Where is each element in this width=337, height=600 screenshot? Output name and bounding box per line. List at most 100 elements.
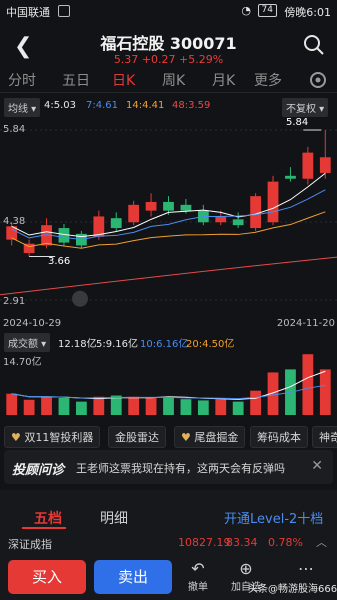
- volume-bar: [319, 369, 331, 415]
- volume-max-label: 14.70亿: [3, 357, 42, 368]
- tab-daily-k[interactable]: 日K: [112, 70, 135, 90]
- volume-ma20: 20:4.50亿: [186, 339, 235, 350]
- index-percent: 0.78%: [268, 536, 303, 549]
- volume-bar: [250, 390, 262, 415]
- volume-bar: [232, 401, 244, 415]
- clock-text: 傍晚6:01: [284, 6, 331, 19]
- volume-bar: [75, 401, 87, 415]
- candle-body: [285, 175, 296, 179]
- sell-button[interactable]: 卖出: [94, 560, 172, 594]
- undo-icon: ↶: [191, 559, 205, 578]
- tools-row: ♥ 双11智投利器 金股雷达 ♥ 尾盘掘金 筹码成本 神奇: [0, 424, 337, 448]
- wifi-icon: ◔: [241, 4, 251, 17]
- heart-icon: ♥: [11, 431, 21, 444]
- volume-chart[interactable]: 14.70亿: [0, 351, 337, 421]
- stock-title: 福石控股 300071: [100, 34, 237, 53]
- share-watermark: 头条@畅游股海666: [248, 584, 337, 595]
- buy-button[interactable]: 买入: [8, 560, 86, 594]
- ma-dropdown[interactable]: 均线 ▾: [4, 98, 41, 117]
- candle-body: [232, 219, 244, 226]
- tab-weekly-k[interactable]: 周K: [162, 70, 185, 90]
- battery-icon: 74: [257, 4, 277, 17]
- volume-bar: [128, 396, 140, 415]
- candle-body: [250, 196, 262, 229]
- tool-closing-gold[interactable]: ♥ 尾盘掘金: [174, 426, 246, 448]
- level2-link[interactable]: 开通Level-2十档: [224, 508, 323, 527]
- advisor-banner[interactable]: 投顾问诊 王老师这票我现在持有，这两天会有反弹吗 ✕: [4, 450, 333, 484]
- volume-bar: [302, 354, 314, 415]
- volume-ma5: 5:9.16亿: [96, 339, 138, 350]
- more-icon: ⋯: [298, 559, 314, 578]
- candle-body: [319, 157, 331, 173]
- candle-body: [180, 204, 192, 211]
- x-start-date: 2024-10-29: [3, 318, 62, 329]
- tool-smart-invest[interactable]: ♥ 双11智投利器: [4, 426, 101, 448]
- tab-monthly-k[interactable]: 月K: [212, 70, 235, 90]
- heart-icon: ♥: [181, 431, 191, 444]
- tool-chip-cost[interactable]: 筹码成本: [250, 426, 308, 448]
- tool-stock-radar[interactable]: 金股雷达: [108, 426, 166, 448]
- price-quote: 5.37 +0.27 +5.29%: [113, 53, 224, 66]
- index-change: 83.34: [226, 536, 258, 549]
- candle-body: [128, 204, 140, 223]
- index-name: 深证成指: [8, 538, 52, 551]
- carrier-text: 中国联通: [6, 6, 50, 19]
- search-icon[interactable]: [303, 34, 325, 56]
- candle-body: [163, 201, 174, 211]
- low-marker-label: 3.66: [48, 256, 71, 267]
- volume-bar: [180, 399, 192, 415]
- x-end-date: 2024-11-20: [276, 318, 335, 329]
- candlestick-chart[interactable]: 5.84 4.38 2.91 2024-10-29 2024-11-20 5.8…: [0, 116, 337, 334]
- volume-bar: [145, 397, 157, 415]
- high-marker-label: 5.84: [286, 117, 309, 128]
- close-icon[interactable]: ✕: [311, 458, 323, 474]
- index-row[interactable]: 深证成指 10827.19 83.34 0.78% ︿: [0, 532, 337, 552]
- candle-body: [302, 152, 314, 179]
- tool-magic[interactable]: 神奇: [312, 426, 337, 448]
- volume-bar: [163, 396, 174, 415]
- period-tabs: 分时 五日 日K 周K 月K 更多: [0, 70, 337, 94]
- volume-bar: [215, 399, 227, 415]
- volume-bar: [93, 396, 105, 415]
- ma-indicator-row: 均线 ▾ 4:5.03 7:4.61 14:4.41 48:3.59 不复权 ▾: [0, 96, 337, 117]
- settings-gear-icon[interactable]: [306, 68, 330, 92]
- adjust-dropdown[interactable]: 不复权 ▾: [282, 98, 329, 117]
- advisor-question: 王老师这票我现在持有，这两天会有反弹吗: [76, 462, 285, 475]
- candle-body: [110, 218, 122, 229]
- undo-label: 撤单: [188, 582, 208, 593]
- advisor-brand: 投顾问诊: [12, 463, 65, 478]
- candle-body: [215, 216, 227, 223]
- y-tick-low: 2.91: [3, 296, 26, 307]
- more-button[interactable]: ⋯: [286, 560, 326, 578]
- depth-tabs: 五档 明细 开通Level-2十档: [0, 500, 337, 530]
- index-value: 10827.19: [178, 536, 231, 549]
- chevron-up-icon[interactable]: ︿: [316, 534, 327, 550]
- y-tick-mid: 4.38: [3, 216, 26, 227]
- action-bar: 买入 卖出 ↶ 撤单 ⊕ 加自选 头条@畅游股海666 ⋯: [0, 556, 337, 600]
- volume-svg[interactable]: [0, 351, 337, 421]
- candle-body: [267, 181, 279, 223]
- tab-more[interactable]: 更多: [254, 70, 282, 90]
- kline-svg[interactable]: [0, 116, 337, 334]
- notification-icon: [58, 5, 70, 17]
- ma7-value: 7:4.61: [86, 100, 118, 111]
- tab-detail[interactable]: 明细: [100, 508, 128, 528]
- nav-bar: ❮ 福石控股 300071 5.37 +0.27 +5.29%: [0, 22, 337, 70]
- add-circle-icon: ⊕: [239, 559, 253, 578]
- volume-bar: [197, 400, 209, 415]
- volume-bar: [58, 397, 70, 415]
- volume-ma10: 10:6.16亿: [140, 339, 189, 350]
- tab-five-day[interactable]: 五日: [62, 70, 90, 90]
- ma48-value: 48:3.59: [172, 100, 211, 111]
- volume-indicator-row: 成交额 ▾ 12.18亿 5:9.16亿 10:6.16亿 20:4.50亿: [0, 333, 337, 352]
- volume-bar: [41, 396, 52, 415]
- volume-bar: [6, 393, 18, 415]
- tab-intraday[interactable]: 分时: [8, 70, 36, 90]
- ma5-value: 4:5.03: [44, 100, 76, 111]
- tab-five-level[interactable]: 五档: [34, 508, 62, 528]
- active-tab-underline: [22, 527, 66, 529]
- undo-button[interactable]: ↶ 撤单: [182, 559, 214, 594]
- ma14-value: 14:4.41: [126, 100, 165, 111]
- volume-dropdown[interactable]: 成交额 ▾: [4, 333, 51, 352]
- volume-bar: [23, 399, 35, 415]
